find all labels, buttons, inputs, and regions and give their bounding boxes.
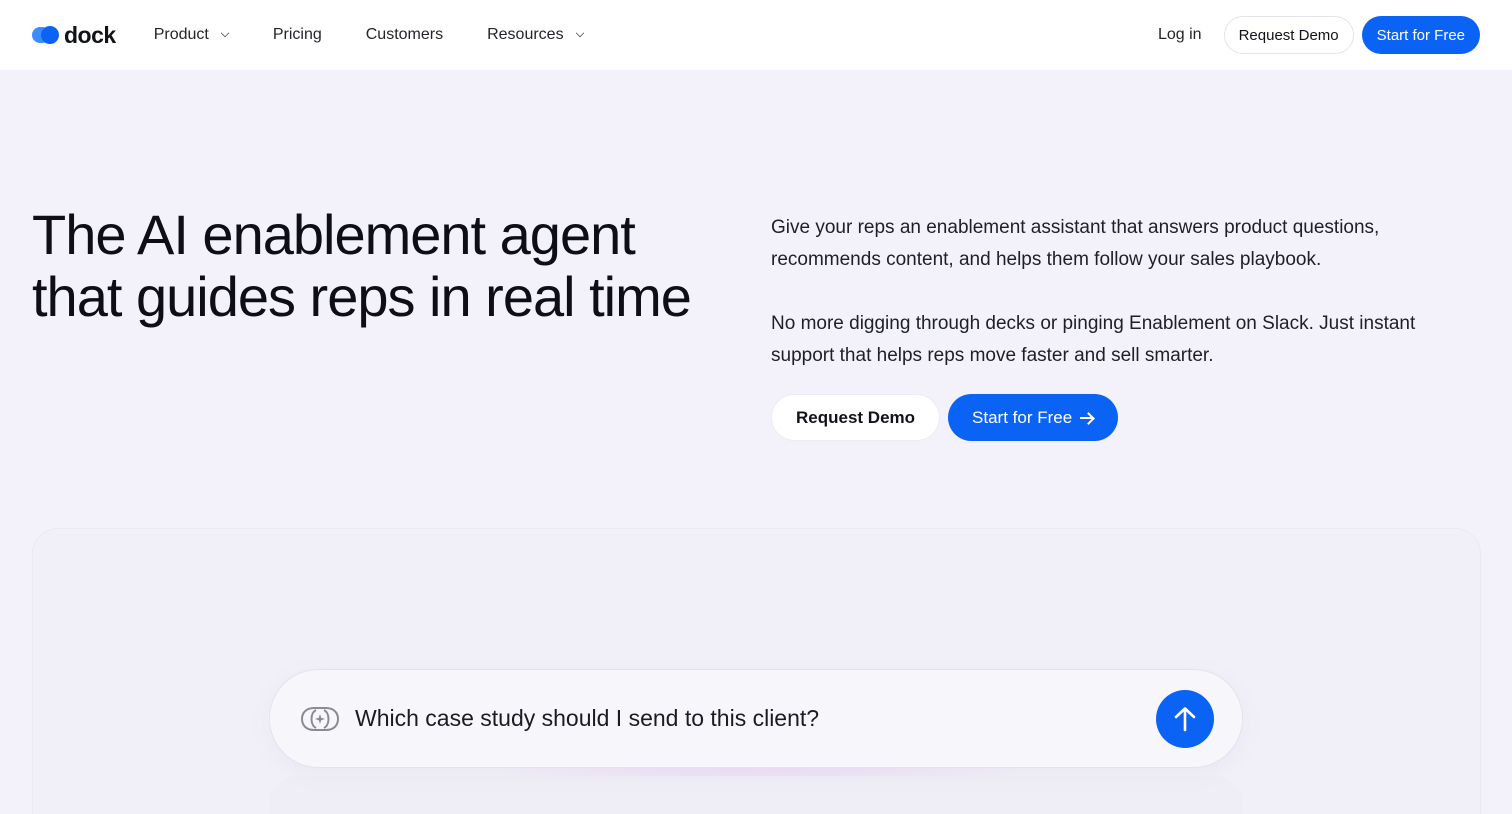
arrow-up-icon	[1174, 706, 1196, 731]
nav-actions: Log in Request Demo Start for Free	[1158, 16, 1480, 54]
nav-item-resources[interactable]: Resources	[487, 26, 584, 44]
chevron-down-icon	[575, 28, 584, 38]
nav-item-label: Customers	[365, 26, 444, 43]
nav-item-product[interactable]: Product	[153, 26, 230, 44]
nav-item-label: Product	[153, 26, 209, 43]
hero-description: Give your reps an enablement assistant t…	[771, 212, 1481, 441]
dock-ai-icon	[300, 706, 340, 731]
nav-links: Product Pricing Customers Resources	[154, 26, 628, 44]
login-link[interactable]: Log in	[1158, 26, 1202, 44]
hero-paragraph-1: Give your reps an enablement assistant t…	[771, 217, 1380, 270]
hero-cta-row: Request Demo Start for Free	[771, 394, 1481, 441]
button-label: Start for Free	[972, 407, 1073, 427]
hero-paragraph-2: No more digging through decks or pinging…	[771, 313, 1416, 366]
button-label: Request Demo	[796, 407, 916, 427]
nav-item-label: Pricing	[272, 26, 322, 43]
nav-start-free-button[interactable]: Start for Free	[1361, 16, 1480, 54]
chat-prompt-text: Which case study should I send to this c…	[355, 705, 820, 731]
arrow-right-icon	[1080, 412, 1094, 424]
dock-logo-icon	[32, 25, 60, 45]
chat-card-behind	[269, 776, 1243, 814]
nav-item-customers[interactable]: Customers	[366, 26, 443, 44]
chevron-down-icon	[220, 28, 230, 38]
send-button[interactable]	[1156, 689, 1214, 748]
chat-prompt-bar[interactable]: Which case study should I send to this c…	[269, 669, 1243, 768]
nav-item-label: Resources	[487, 26, 564, 43]
top-nav: dock Product Pricing Customers Resources…	[0, 0, 1512, 70]
dock-logo[interactable]: dock	[32, 22, 116, 49]
hero-title: The AI enablement agent that guides reps…	[32, 203, 692, 328]
nav-request-demo-button[interactable]: Request Demo	[1223, 16, 1354, 54]
nav-item-pricing[interactable]: Pricing	[273, 26, 322, 44]
hero-start-free-button[interactable]: Start for Free	[948, 394, 1119, 441]
logo-text: dock	[64, 21, 116, 48]
hero-request-demo-button[interactable]: Request Demo	[771, 394, 941, 441]
